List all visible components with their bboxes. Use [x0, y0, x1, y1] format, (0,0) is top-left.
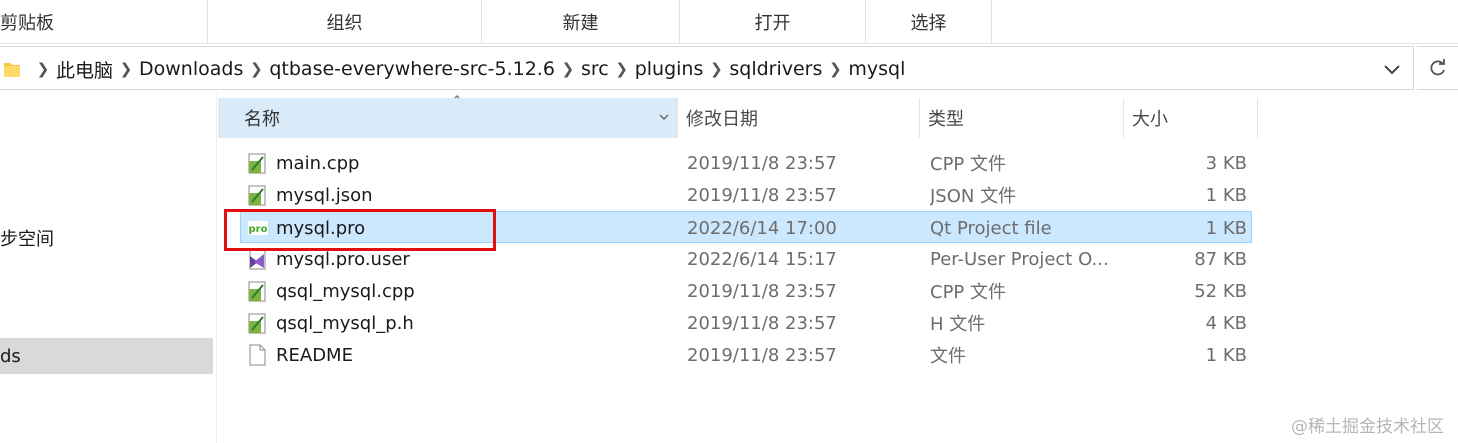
file-type: JSON 文件 — [930, 186, 1017, 207]
ribbon-group-select[interactable]: 选择 — [866, 0, 992, 44]
file-size: 1 KB — [1205, 217, 1247, 239]
address-bar[interactable]: ❯ 此电脑 ❯ Downloads ❯ qtbase-everywhere-sr… — [0, 46, 1414, 90]
breadcrumb-this-pc[interactable]: 此电脑 — [56, 56, 113, 83]
ribbon-group-new[interactable]: 新建 — [482, 0, 680, 44]
file-row[interactable]: main.cpp 2019/11/8 23:57 CPP 文件 3 KB — [240, 147, 1252, 179]
pane-divider — [216, 92, 217, 443]
file-size: 52 KB — [1194, 280, 1247, 302]
column-header-name-label: 名称 — [244, 109, 280, 130]
chevron-down-icon[interactable] — [1380, 57, 1404, 81]
refresh-button[interactable] — [1417, 46, 1458, 90]
file-size: 87 KB — [1194, 248, 1247, 270]
file-type: CPP 文件 — [930, 154, 1006, 175]
file-type: 文件 — [930, 346, 966, 367]
navigation-pane: 步空间 ds — [0, 92, 216, 443]
file-row[interactable]: mysql.json 2019/11/8 23:57 JSON 文件 1 KB — [240, 179, 1252, 211]
chevron-down-icon[interactable] — [657, 110, 671, 124]
file-size: 1 KB — [1205, 184, 1247, 206]
breadcrumb-src[interactable]: src — [581, 58, 609, 80]
column-header-date-label: 修改日期 — [686, 109, 758, 130]
cpp-file-icon — [248, 153, 266, 174]
header-file-icon — [248, 313, 266, 334]
cpp-file-icon — [248, 281, 266, 302]
file-date: 2019/11/8 23:57 — [687, 344, 837, 366]
file-name: main.cpp — [276, 152, 360, 174]
json-file-icon — [248, 185, 266, 206]
chevron-right-icon[interactable]: ❯ — [555, 60, 581, 78]
chevron-right-icon[interactable]: ❯ — [703, 60, 729, 78]
file-type: Per-User Project O... — [930, 248, 1109, 270]
ribbon-group-open[interactable]: 打开 — [680, 0, 866, 44]
file-type: H 文件 — [930, 314, 986, 335]
chevron-right-icon[interactable]: ❯ — [30, 60, 56, 78]
file-type: CPP 文件 — [930, 282, 1006, 303]
column-header-size-label: 大小 — [1132, 109, 1168, 130]
ribbon-group-clipboard[interactable]: 剪贴板 — [0, 0, 208, 44]
file-date: 2019/11/8 23:57 — [687, 184, 837, 206]
breadcrumb-qtbase[interactable]: qtbase-everywhere-src-5.12.6 — [269, 58, 555, 80]
breadcrumb: ❯ 此电脑 ❯ Downloads ❯ qtbase-everywhere-sr… — [30, 47, 906, 91]
breadcrumb-downloads[interactable]: Downloads — [139, 58, 243, 80]
file-type: Qt Project file — [930, 217, 1052, 239]
column-header-date[interactable]: 修改日期 — [678, 98, 920, 138]
chevron-right-icon[interactable]: ❯ — [822, 60, 848, 78]
folder-icon — [4, 63, 20, 77]
file-date: 2022/6/14 17:00 — [687, 217, 837, 239]
chevron-right-icon[interactable]: ❯ — [609, 60, 635, 78]
refresh-icon — [1429, 59, 1445, 76]
column-header-type-label: 类型 — [928, 109, 964, 130]
file-row[interactable]: README 2019/11/8 23:57 文件 1 KB — [240, 339, 1252, 371]
column-header-size[interactable]: 大小 — [1124, 98, 1258, 138]
chevron-right-icon[interactable]: ❯ — [243, 60, 269, 78]
file-row[interactable]: qsql_mysql.cpp 2019/11/8 23:57 CPP 文件 52… — [240, 275, 1252, 307]
breadcrumb-mysql[interactable]: mysql — [848, 58, 905, 80]
file-name: qsql_mysql_p.h — [276, 312, 414, 334]
address-bar-row: ❯ 此电脑 ❯ Downloads ❯ qtbase-everywhere-sr… — [0, 44, 1458, 92]
nav-item-downloads[interactable]: ds — [0, 338, 213, 374]
file-size: 4 KB — [1205, 312, 1247, 334]
file-name: README — [276, 344, 353, 366]
nav-item-sync-space[interactable]: 步空间 — [0, 220, 213, 256]
file-name: qsql_mysql.cpp — [276, 280, 415, 302]
watermark: @稀土掘金技术社区 — [1291, 417, 1444, 437]
file-date: 2022/6/14 15:17 — [687, 248, 837, 270]
user-project-file-icon — [249, 249, 266, 270]
file-size: 3 KB — [1205, 152, 1247, 174]
ribbon-bar: 剪贴板 组织 新建 打开 选择 — [0, 0, 1458, 44]
file-size: 1 KB — [1205, 344, 1247, 366]
file-date: 2019/11/8 23:57 — [687, 280, 837, 302]
ribbon-group-organize[interactable]: 组织 — [208, 0, 482, 44]
breadcrumb-plugins[interactable]: plugins — [635, 58, 704, 80]
column-header-name[interactable]: 名称 — [218, 98, 678, 138]
file-date: 2019/11/8 23:57 — [687, 312, 837, 334]
blank-file-icon — [249, 344, 266, 366]
file-row[interactable]: qsql_mysql_p.h 2019/11/8 23:57 H 文件 4 KB — [240, 307, 1252, 339]
annotation-highlight-box — [224, 209, 496, 251]
breadcrumb-sqldrivers[interactable]: sqldrivers — [729, 58, 822, 80]
column-header-type[interactable]: 类型 — [920, 98, 1124, 138]
chevron-right-icon[interactable]: ❯ — [113, 60, 139, 78]
file-date: 2019/11/8 23:57 — [687, 152, 837, 174]
file-name: mysql.json — [276, 184, 373, 206]
